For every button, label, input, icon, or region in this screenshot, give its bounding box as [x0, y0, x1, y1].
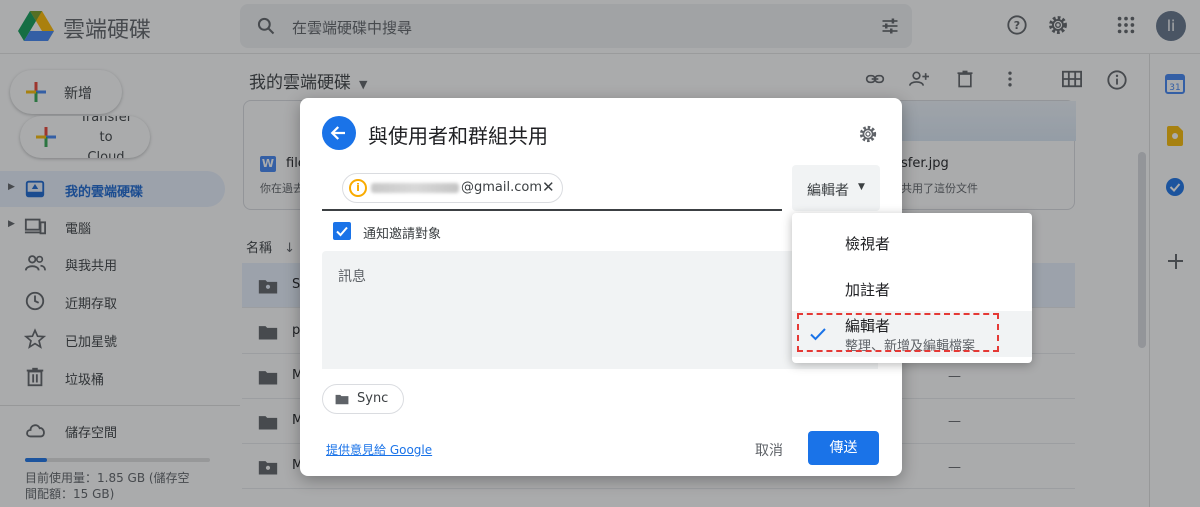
role-dropdown[interactable]: 編輯者 ▼: [792, 165, 880, 211]
remove-recipient-icon[interactable]: ✕: [542, 178, 555, 196]
role-option-commenter[interactable]: 加註者: [792, 265, 1032, 311]
share-settings-icon[interactable]: [858, 124, 878, 144]
role-option-label: 檢視者: [845, 235, 891, 253]
cancel-button[interactable]: 取消: [755, 440, 783, 460]
feedback-link[interactable]: 提供意見給 Google: [326, 441, 432, 458]
notify-checkbox[interactable]: [333, 222, 351, 240]
message-placeholder: 訊息: [338, 269, 366, 285]
send-button[interactable]: 傳送: [808, 431, 879, 465]
shared-item-name: Sync: [357, 391, 389, 406]
back-button[interactable]: [322, 116, 356, 150]
recipients-field[interactable]: i @gmail.com ✕: [322, 165, 782, 211]
notify-label: 通知邀請對象: [363, 227, 442, 242]
dialog-title: 與使用者和群組共用: [368, 124, 548, 148]
redacted-email-text: [371, 183, 459, 193]
chevron-down-icon: ▼: [858, 182, 865, 192]
warning-info-icon: i: [349, 179, 367, 197]
folder-icon: [335, 394, 349, 405]
shared-item-chip[interactable]: Sync: [322, 384, 404, 414]
arrow-left-icon: [330, 126, 345, 140]
role-option-label: 加註者: [845, 281, 891, 299]
recipient-email: @gmail.com: [461, 180, 543, 195]
role-option-viewer[interactable]: 檢視者: [792, 219, 1032, 265]
recipient-chip[interactable]: i @gmail.com ✕: [342, 173, 563, 203]
highlight-annotation-box: [797, 313, 999, 352]
role-dropdown-label: 編輯者: [807, 183, 849, 199]
checkmark-icon: [336, 226, 348, 237]
